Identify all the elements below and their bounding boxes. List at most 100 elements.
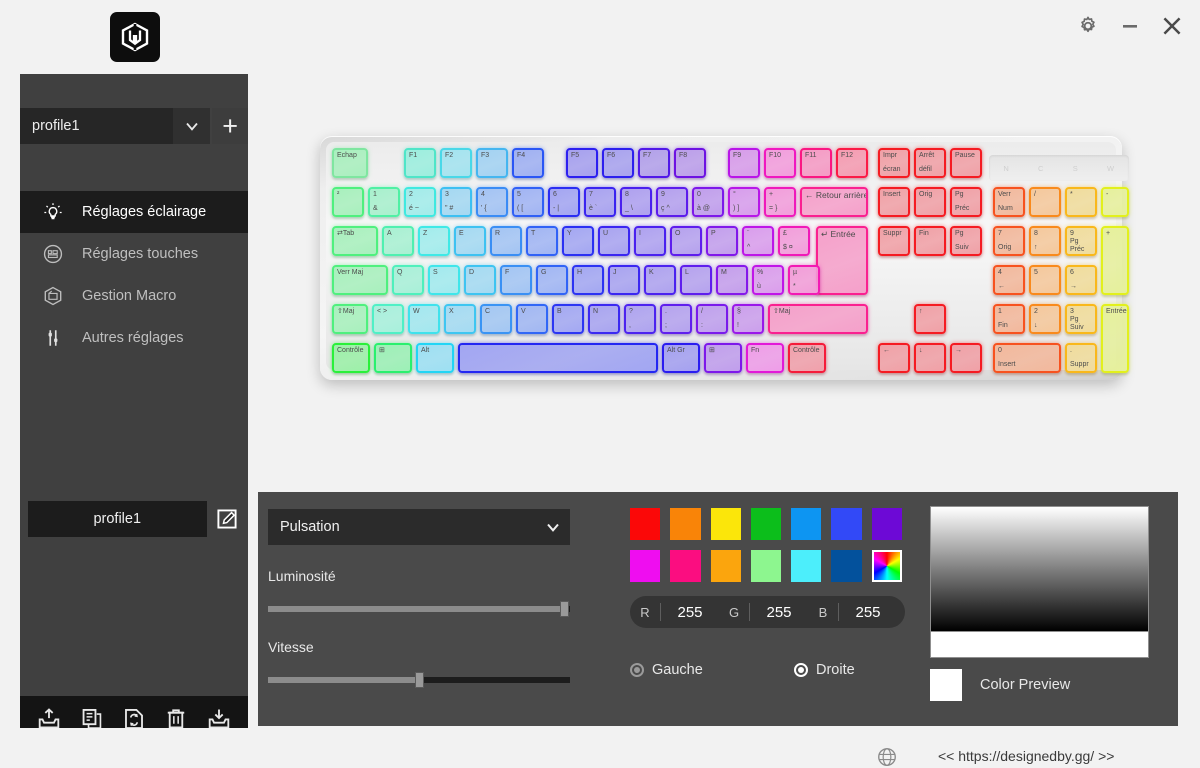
- keyboard-key[interactable]: ↓: [914, 343, 946, 373]
- keyboard-key[interactable]: ⊞: [704, 343, 742, 373]
- keyboard-key[interactable]: §!: [732, 304, 764, 334]
- slider-thumb[interactable]: [559, 601, 569, 617]
- keyboard-key[interactable]: 4 ←: [993, 265, 1025, 295]
- keyboard-key[interactable]: µ *: [788, 265, 820, 295]
- color-wheel-swatch[interactable]: [871, 550, 902, 582]
- keyboard-key[interactable]: 3 " #: [440, 187, 472, 217]
- hue-strip[interactable]: [930, 632, 1149, 658]
- keyboard-key[interactable]: F8: [674, 148, 706, 178]
- keyboard-key[interactable]: O: [670, 226, 702, 256]
- keyboard-key[interactable]: °) ]: [728, 187, 760, 217]
- keyboard-key[interactable]: Orig: [914, 187, 946, 217]
- keyboard-key[interactable]: F5: [566, 148, 598, 178]
- profile-name-display[interactable]: profile1: [20, 108, 173, 144]
- keyboard-key[interactable]: Verr Maj: [332, 265, 388, 295]
- keyboard-key[interactable]: 5: [1029, 265, 1061, 295]
- color-swatch[interactable]: [791, 508, 822, 540]
- keyboard-key[interactable]: . Suppr: [1065, 343, 1097, 373]
- keyboard-key[interactable]: ?,: [624, 304, 656, 334]
- keyboard-key[interactable]: ⇧Maj: [332, 304, 368, 334]
- color-swatch[interactable]: [670, 550, 701, 582]
- keyboard-key[interactable]: Impr écran: [878, 148, 910, 178]
- add-profile-button[interactable]: +: [212, 108, 248, 144]
- keyboard-key[interactable]: W: [408, 304, 440, 334]
- keyboard-key[interactable]: F7: [638, 148, 670, 178]
- keyboard-key[interactable]: Insert: [878, 187, 910, 217]
- keyboard-key[interactable]: 0 à @: [692, 187, 724, 217]
- keyboard-key[interactable]: J: [608, 265, 640, 295]
- keyboard-key[interactable]: Pg Suiv: [950, 226, 982, 256]
- keyboard-key[interactable]: R: [490, 226, 522, 256]
- color-swatch[interactable]: [750, 508, 782, 540]
- keyboard-key[interactable]: P: [706, 226, 738, 256]
- rgb-red-value[interactable]: 255: [661, 604, 719, 621]
- keyboard-key[interactable]: S: [428, 265, 460, 295]
- keyboard-key[interactable]: ⇧Maj: [768, 304, 868, 334]
- keyboard-key[interactable]: ← Retour arrière: [800, 187, 868, 217]
- sidebar-item-other-settings[interactable]: Autres réglages: [20, 317, 248, 359]
- rgb-green-value[interactable]: 255: [750, 604, 808, 621]
- keyboard-key[interactable]: Q: [392, 265, 424, 295]
- keyboard-key[interactable]: E: [454, 226, 486, 256]
- rgb-blue-value[interactable]: 255: [839, 604, 897, 621]
- keyboard-key[interactable]: F4: [512, 148, 544, 178]
- keyboard-key[interactable]: I: [634, 226, 666, 256]
- keyboard-key[interactable]: 6 - |: [548, 187, 580, 217]
- slider-thumb[interactable]: [415, 672, 424, 688]
- keyboard-key[interactable]: F: [500, 265, 532, 295]
- color-swatch[interactable]: [831, 550, 862, 582]
- effect-dropdown[interactable]: Pulsation: [268, 509, 570, 545]
- keyboard-key[interactable]: 2 ↓: [1029, 304, 1061, 334]
- keyboard-key[interactable]: +: [1101, 226, 1129, 295]
- keyboard-key[interactable]: V: [516, 304, 548, 334]
- keyboard-key[interactable]: T: [526, 226, 558, 256]
- keyboard-key[interactable]: F1: [404, 148, 436, 178]
- keyboard-key[interactable]: 3 Pg Suiv: [1065, 304, 1097, 334]
- keyboard-key[interactable]: < >: [372, 304, 404, 334]
- close-button[interactable]: [1156, 10, 1188, 42]
- minimize-button[interactable]: [1114, 10, 1146, 42]
- keyboard-key[interactable]: Arrêt défil: [914, 148, 946, 178]
- keyboard-key[interactable]: Suppr: [878, 226, 910, 256]
- edit-profile-button[interactable]: [215, 506, 241, 532]
- keyboard-key[interactable]: F10: [764, 148, 796, 178]
- sidebar-item-lighting-settings[interactable]: Réglages éclairage: [20, 191, 248, 233]
- color-swatch[interactable]: [670, 508, 701, 540]
- keyboard-key[interactable]: 9 Pg Préc: [1065, 226, 1097, 256]
- keyboard-key[interactable]: 2 é ~: [404, 187, 436, 217]
- keyboard-key[interactable]: /:: [696, 304, 728, 334]
- sidebar-item-key-settings[interactable]: Réglages touches: [20, 233, 248, 275]
- keyboard-key[interactable]: Contrôle: [788, 343, 826, 373]
- color-swatch[interactable]: [871, 508, 902, 540]
- color-swatch[interactable]: [710, 508, 741, 540]
- keyboard-key[interactable]: G: [536, 265, 568, 295]
- keyboard-key[interactable]: L: [680, 265, 712, 295]
- keyboard-key[interactable]: 9 ç ^: [656, 187, 688, 217]
- keyboard-key[interactable]: F2: [440, 148, 472, 178]
- keyboard-key[interactable]: ²: [332, 187, 364, 217]
- keyboard-key[interactable]: Y: [562, 226, 594, 256]
- keyboard-key[interactable]: ↑: [914, 304, 946, 334]
- keyboard-key[interactable]: Entrée: [1101, 304, 1129, 373]
- direction-radio-right[interactable]: Droite: [794, 662, 855, 678]
- keyboard-key[interactable]: B: [552, 304, 584, 334]
- saturation-value-gradient[interactable]: [930, 506, 1149, 632]
- keyboard-key[interactable]: 0 Insert: [993, 343, 1061, 373]
- keyboard-key[interactable]: M: [716, 265, 748, 295]
- keyboard-key[interactable]: ↵ Entrée: [816, 226, 868, 295]
- color-swatch[interactable]: [630, 508, 661, 540]
- keyboard-key[interactable]: [458, 343, 658, 373]
- keyboard-key[interactable]: *: [1065, 187, 1097, 217]
- keyboard-key[interactable]: 7 è `: [584, 187, 616, 217]
- sidebar-item-macro-management[interactable]: Gestion Macro: [20, 275, 248, 317]
- color-swatch[interactable]: [750, 550, 781, 582]
- settings-gear-button[interactable]: [1072, 10, 1104, 42]
- keyboard-key[interactable]: →: [950, 343, 982, 373]
- keyboard-key[interactable]: F11: [800, 148, 832, 178]
- keyboard-key[interactable]: Contrôle: [332, 343, 370, 373]
- keyboard-key[interactable]: 1 &: [368, 187, 400, 217]
- keyboard-key[interactable]: A: [382, 226, 414, 256]
- keyboard-key[interactable]: /: [1029, 187, 1061, 217]
- keyboard-key[interactable]: K: [644, 265, 676, 295]
- keyboard-key[interactable]: .;: [660, 304, 692, 334]
